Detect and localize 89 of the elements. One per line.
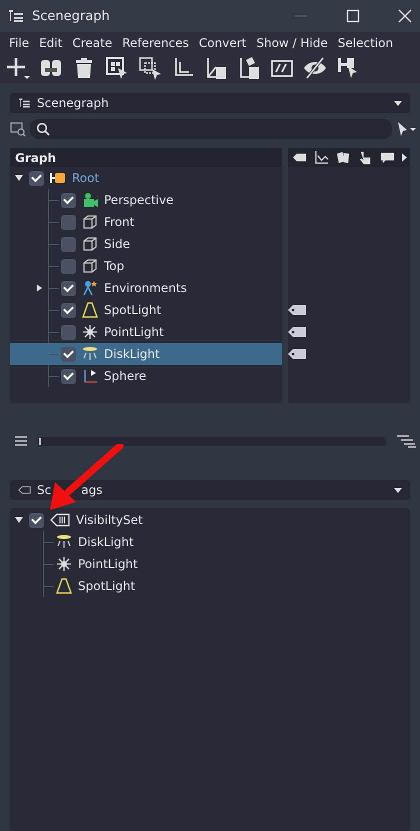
maximize-icon[interactable] xyxy=(346,9,360,23)
scrollbar[interactable] xyxy=(38,436,386,446)
axes-icon xyxy=(82,368,98,384)
checkbox[interactable] xyxy=(61,258,76,274)
scenegraph-icon xyxy=(8,8,24,24)
tree-item[interactable]: SpotLight xyxy=(49,299,282,321)
cards-icon[interactable] xyxy=(336,150,351,165)
list-icon[interactable] xyxy=(14,434,28,448)
node-label: PointLight xyxy=(104,325,164,339)
checkbox[interactable] xyxy=(61,346,76,362)
eye-off-icon[interactable] xyxy=(303,56,327,80)
menu-item[interactable]: Edit xyxy=(34,36,68,50)
menu-item[interactable]: Create xyxy=(67,36,118,50)
tree-item[interactable]: Front xyxy=(49,211,282,233)
scroll-right-icon[interactable] xyxy=(402,153,407,162)
dropdown-label: ags xyxy=(81,483,102,497)
cube-icon xyxy=(82,236,98,252)
plus-icon[interactable] xyxy=(6,56,30,80)
checkbox[interactable] xyxy=(61,192,76,208)
menu-item[interactable]: Selection xyxy=(332,36,398,50)
menu-item[interactable]: Show / Hide xyxy=(251,36,333,50)
disk-light-icon xyxy=(56,534,72,550)
pointer-icon[interactable] xyxy=(396,121,416,137)
node-label: DiskLight xyxy=(104,347,160,361)
spotlight-icon xyxy=(56,578,72,594)
node-label: Environments xyxy=(104,281,187,295)
indent-list-icon[interactable] xyxy=(396,433,416,449)
node-label: Sphere xyxy=(104,369,146,383)
tree-item[interactable]: Sphere xyxy=(49,365,282,387)
tree-item[interactable]: Perspective xyxy=(49,189,282,211)
tree-item[interactable]: Top xyxy=(49,255,282,277)
checkbox[interactable] xyxy=(29,512,44,528)
star-light-icon xyxy=(82,324,98,340)
node-label: Top xyxy=(104,259,124,273)
collapse-arrow-icon[interactable] xyxy=(15,174,23,182)
star-light-icon xyxy=(56,556,72,572)
menu-item[interactable]: Convert xyxy=(194,36,252,50)
scenegraph-dropdown[interactable]: Scenegraph xyxy=(10,93,410,113)
cube-icon xyxy=(82,214,98,230)
scene-tags-dropdown[interactable]: Sc ags xyxy=(10,480,410,500)
axes-docs-icon[interactable] xyxy=(237,56,261,80)
set-label[interactable]: VisibiltySet xyxy=(76,513,143,527)
node-label: SpotLight xyxy=(104,303,162,317)
camera-icon xyxy=(82,192,98,208)
group-node-icon xyxy=(50,170,66,186)
checkbox[interactable] xyxy=(61,368,76,384)
select-box-icon[interactable] xyxy=(105,56,129,80)
checkbox[interactable] xyxy=(61,302,76,318)
caret-icon xyxy=(394,100,402,106)
search-field[interactable] xyxy=(30,119,392,139)
checkbox[interactable] xyxy=(61,214,76,230)
search-icon xyxy=(36,122,50,136)
axes-doc-icon[interactable] xyxy=(204,56,228,80)
tree-item[interactable]: PointLight xyxy=(49,321,282,343)
tag-member-label: PointLight xyxy=(78,557,138,571)
checkbox[interactable] xyxy=(61,236,76,252)
chart-icon[interactable] xyxy=(314,150,329,165)
spotlight-icon xyxy=(82,302,98,318)
expand-arrow-icon[interactable] xyxy=(36,284,43,292)
tag-member-label: SpotLight xyxy=(78,579,136,593)
checkbox[interactable] xyxy=(61,324,76,340)
close-icon[interactable] xyxy=(398,9,412,23)
node-label: Side xyxy=(104,237,130,251)
node-label: Front xyxy=(104,215,134,229)
disk-light-icon xyxy=(82,346,98,362)
tree-item[interactable]: Side xyxy=(49,233,282,255)
checkbox[interactable] xyxy=(61,280,76,296)
node-label: Perspective xyxy=(104,193,174,207)
window-title: Scenegraph xyxy=(32,8,110,24)
node-label[interactable]: Root xyxy=(72,171,100,185)
cube-icon xyxy=(82,258,98,274)
environment-icon xyxy=(82,280,98,296)
hand-icon[interactable] xyxy=(358,150,373,165)
filter-icon[interactable] xyxy=(10,121,26,137)
select-region-icon[interactable] xyxy=(138,56,162,80)
tag-icon xyxy=(18,484,31,496)
tag-member-label: DiskLight xyxy=(78,535,134,549)
tree-item[interactable]: DiskLight xyxy=(10,343,282,365)
scenegraph-icon xyxy=(18,97,31,109)
caret-icon xyxy=(394,488,402,492)
column-header: Graph xyxy=(10,148,282,167)
checkbox[interactable] xyxy=(29,170,44,186)
collapse-arrow-icon[interactable] xyxy=(15,516,23,524)
tag-icon xyxy=(50,513,70,527)
comment-icon[interactable] xyxy=(380,150,395,165)
dropdown-label: Sc xyxy=(37,483,52,497)
menu-item[interactable]: References xyxy=(117,36,194,50)
menu-item[interactable]: File xyxy=(4,36,34,50)
tree-item[interactable]: Environments xyxy=(49,277,282,299)
